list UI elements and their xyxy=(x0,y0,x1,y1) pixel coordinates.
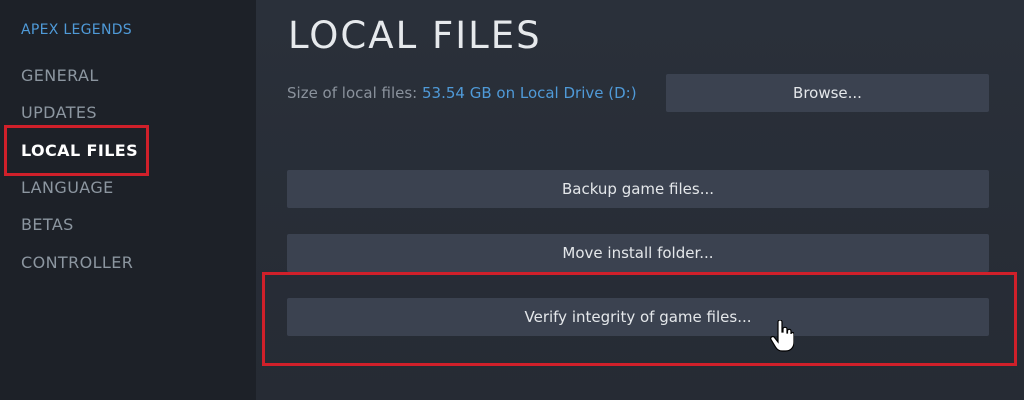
game-title: APEX LEGENDS xyxy=(21,22,132,38)
sidebar-item-general[interactable]: GENERAL xyxy=(21,66,99,85)
sidebar: APEX LEGENDS GENERAL UPDATES LOCAL FILES… xyxy=(0,0,256,400)
backup-button-label: Backup game files... xyxy=(561,180,715,198)
sidebar-item-betas[interactable]: BETAS xyxy=(21,215,74,234)
backup-game-files-button[interactable]: Backup game files... xyxy=(287,170,989,208)
page-title: LOCAL FILES xyxy=(288,14,542,57)
move-button-label: Move install folder... xyxy=(562,244,714,262)
move-install-folder-button[interactable]: Move install folder... xyxy=(287,234,989,272)
sidebar-item-local-files[interactable]: LOCAL FILES xyxy=(21,141,138,160)
sidebar-item-language[interactable]: LANGUAGE xyxy=(21,178,114,197)
sidebar-item-updates[interactable]: UPDATES xyxy=(21,103,97,122)
size-label: Size of local files: xyxy=(287,84,418,102)
browse-button[interactable]: Browse... xyxy=(666,74,989,112)
verify-integrity-button[interactable]: Verify integrity of game files... xyxy=(287,298,989,336)
steam-properties-window: APEX LEGENDS GENERAL UPDATES LOCAL FILES… xyxy=(0,0,1024,400)
verify-button-label: Verify integrity of game files... xyxy=(524,308,752,326)
size-value: 53.54 GB on Local Drive (D:) xyxy=(422,84,637,102)
local-files-size-row: Size of local files: 53.54 GB on Local D… xyxy=(287,84,637,102)
sidebar-item-controller[interactable]: CONTROLLER xyxy=(21,253,133,272)
browse-button-label: Browse... xyxy=(793,84,862,102)
main-panel: LOCAL FILES Size of local files: 53.54 G… xyxy=(256,0,1024,400)
